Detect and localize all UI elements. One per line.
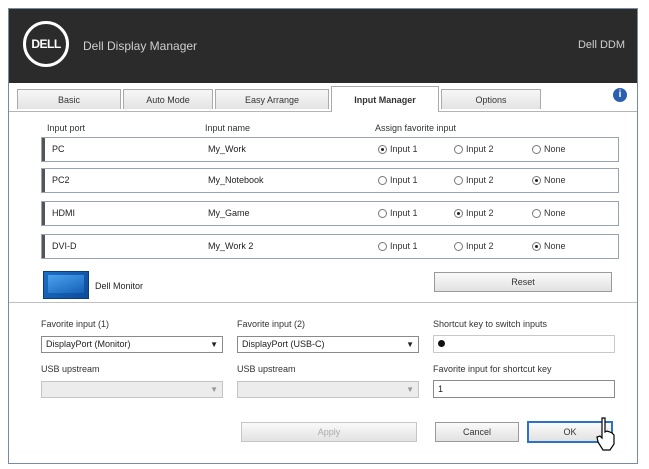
input-manager-panel: Input port Input name Assign favorite in… [9,112,637,463]
radio-input-2[interactable]: Input 2 [454,208,494,218]
radio-none[interactable]: None [532,241,566,251]
favorite-input-1-select[interactable]: DisplayPort (Monitor) ▼ [41,336,223,353]
port-label: PC2 [52,175,70,185]
version-text: Dell DDM [577,39,625,51]
input-name[interactable]: My_Notebook [208,175,264,185]
app-title: Dell Display Manager [83,39,198,53]
chevron-down-icon: ▼ [406,385,414,394]
input-row-1: PC My_Work Input 1 Input 2 None [41,137,619,162]
row-accent [42,235,45,258]
input-name[interactable]: My_Game [208,208,250,218]
usb-upstream-1-label: USB upstream [41,364,100,374]
tab-basic[interactable]: Basic [17,89,121,109]
app-window: DELL Dell Display Manager Dell DDM Basic… [8,8,638,464]
favorite-input-1-label: Favorite input (1) [41,319,110,329]
port-label: PC [52,144,65,154]
dell-logo: DELL [23,21,69,67]
radio-input-1[interactable]: Input 1 [378,175,418,185]
title-bar: DELL Dell Display Manager Dell DDM [9,9,637,83]
header-assign-favorite: Assign favorite input [375,123,457,133]
header-input-port: Input port [47,123,86,133]
row-accent [42,202,45,225]
input-name[interactable]: My_Work 2 [208,241,253,251]
tab-input-manager[interactable]: Input Manager [331,86,439,112]
radio-input-1[interactable]: Input 1 [378,241,418,251]
radio-input-2[interactable]: Input 2 [454,241,494,251]
cancel-button[interactable]: Cancel [435,422,519,442]
info-icon[interactable]: i [613,88,627,102]
tab-bar: Basic Auto Mode Easy Arrange Input Manag… [9,83,637,112]
shortcut-key-field[interactable] [433,335,615,353]
favorite-input-2-label: Favorite input (2) [237,319,306,329]
input-row-2: PC2 My_Notebook Input 1 Input 2 None [41,168,619,193]
radio-none[interactable]: None [532,208,566,218]
section-divider [9,302,637,303]
radio-input-2[interactable]: Input 2 [454,175,494,185]
chevron-down-icon: ▼ [210,385,218,394]
header-input-name: Input name [205,123,251,133]
tab-options[interactable]: Options [441,89,541,109]
favorite-shortcut-field[interactable]: 1 [433,380,615,398]
tab-easy-arrange[interactable]: Easy Arrange [215,89,329,109]
radio-none[interactable]: None [532,175,566,185]
shortcut-key-label: Shortcut key to switch inputs [433,319,548,329]
input-name[interactable]: My_Work [208,144,246,154]
radio-input-2[interactable]: Input 2 [454,144,494,154]
monitor-label: Dell Monitor [95,281,144,291]
keyboard-icon [438,340,445,347]
chevron-down-icon: ▼ [406,340,414,349]
hand-cursor-icon [596,417,615,451]
input-row-3: HDMI My_Game Input 1 Input 2 None [41,201,619,226]
port-label: DVI-D [52,241,77,251]
chevron-down-icon: ▼ [210,340,218,349]
apply-button[interactable]: Apply [241,422,417,442]
port-label: HDMI [52,208,75,218]
radio-none[interactable]: None [532,144,566,154]
usb-upstream-2-select[interactable]: ▼ [237,381,419,398]
favorite-shortcut-label: Favorite input for shortcut key [433,364,552,374]
row-accent [42,138,45,161]
favorite-input-2-select[interactable]: DisplayPort (USB-C) ▼ [237,336,419,353]
reset-button[interactable]: Reset [434,272,612,292]
input-row-4: DVI-D My_Work 2 Input 1 Input 2 None [41,234,619,259]
usb-upstream-2-label: USB upstream [237,364,296,374]
radio-input-1[interactable]: Input 1 [378,208,418,218]
monitor-icon [43,271,89,299]
tab-auto-mode[interactable]: Auto Mode [123,89,213,109]
usb-upstream-1-select[interactable]: ▼ [41,381,223,398]
radio-input-1[interactable]: Input 1 [378,144,418,154]
row-accent [42,169,45,192]
